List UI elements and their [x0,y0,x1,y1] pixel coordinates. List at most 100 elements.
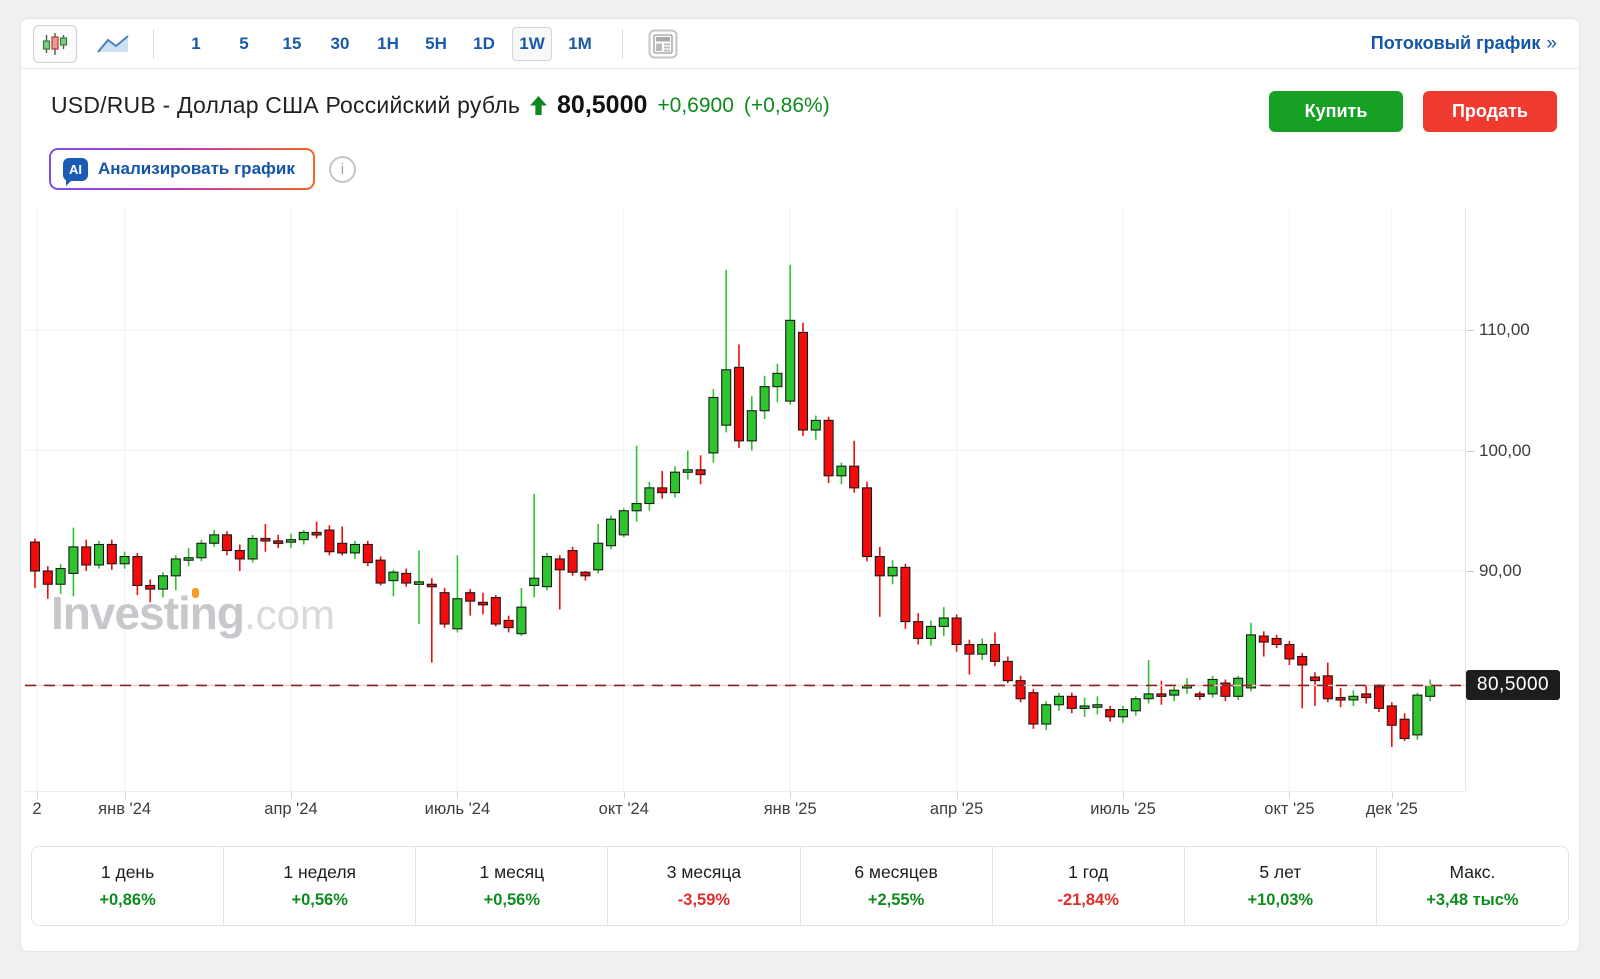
candle[interactable] [1309,672,1321,706]
candle[interactable] [349,540,361,559]
candle[interactable] [1053,692,1065,711]
candle[interactable] [1245,622,1257,692]
candlestick-chart[interactable] [25,208,1465,791]
price-axis[interactable]: 110,00 100,00 90,00 80,5000 [1465,208,1578,791]
candle[interactable] [1130,696,1141,716]
candle[interactable] [221,531,233,556]
candle[interactable] [1322,662,1333,703]
candle[interactable] [209,530,220,547]
candle[interactable] [388,569,399,597]
candle[interactable] [324,525,335,556]
candle[interactable] [337,526,348,556]
candle[interactable] [439,587,450,628]
news-panel-button[interactable] [641,25,685,63]
candle[interactable] [465,589,476,616]
candle[interactable] [977,638,988,661]
candle[interactable] [695,455,706,485]
candle[interactable] [849,440,860,493]
candle[interactable] [529,493,540,598]
candle[interactable] [913,613,924,645]
candle[interactable] [887,560,898,585]
candle[interactable] [362,540,373,567]
candle[interactable] [93,540,105,569]
candle[interactable] [708,389,719,463]
candle[interactable] [260,524,271,552]
candle[interactable] [1079,697,1090,717]
timeframe-1m[interactable]: 1M [560,27,600,61]
ai-analyze-button[interactable]: AI Анализировать график [49,148,315,190]
candle[interactable] [375,556,386,586]
candle[interactable] [1271,634,1282,649]
candle[interactable] [490,595,501,627]
candle[interactable] [644,481,655,511]
candle[interactable] [669,466,681,498]
candle[interactable] [1207,675,1218,698]
candle[interactable] [721,269,732,433]
timeframe-5[interactable]: 5 [224,27,264,61]
candle[interactable] [477,592,489,615]
candle[interactable] [772,363,783,403]
candle[interactable] [861,481,873,562]
candle[interactable] [1412,692,1423,740]
candle[interactable] [81,539,92,571]
candle[interactable] [1015,675,1026,703]
candle[interactable] [196,539,207,562]
time-axis[interactable]: 2 янв '24 апр '24 июль '24 окт '24 янв '25 апр… [25,791,1465,825]
candle[interactable] [1066,692,1077,714]
candle[interactable] [1335,687,1346,708]
candle[interactable] [1105,705,1116,722]
candle[interactable] [132,552,143,596]
candlestick-chart-button[interactable] [33,24,77,63]
candle[interactable] [119,551,130,569]
candle[interactable] [554,555,565,610]
timeframe-1[interactable]: 1 [176,27,216,61]
candle[interactable] [1425,679,1436,702]
candle[interactable] [785,264,796,405]
buy-button[interactable]: Купить [1269,91,1403,132]
candle[interactable] [1258,631,1269,657]
candle[interactable] [1284,640,1295,665]
candle[interactable] [951,614,962,652]
candle[interactable] [567,546,578,576]
candle[interactable] [1092,696,1103,715]
candle[interactable] [593,524,604,574]
candle[interactable] [285,533,297,549]
candle[interactable] [759,375,770,420]
candle[interactable] [900,563,911,629]
timeframe-30[interactable]: 30 [320,27,360,61]
candle[interactable] [145,579,156,603]
candle[interactable] [29,538,41,588]
candle[interactable] [682,450,693,480]
candle[interactable] [311,521,322,539]
timeframe-15[interactable]: 15 [272,27,312,61]
candle[interactable] [1348,690,1359,706]
candle[interactable] [1169,686,1180,702]
timeframe-1d[interactable]: 1D [464,27,504,61]
timeframe-1h[interactable]: 1H [368,27,408,61]
candle[interactable] [1233,675,1244,700]
candle[interactable] [1373,684,1385,712]
candle[interactable] [580,571,591,581]
candle[interactable] [1386,702,1397,747]
candle[interactable] [452,555,463,633]
candle[interactable] [503,615,514,633]
candle[interactable] [938,607,949,637]
candle[interactable] [618,508,629,538]
candle[interactable] [1220,679,1231,702]
candle[interactable] [1002,656,1013,684]
timeframe-1w[interactable]: 1W [512,26,552,61]
timeframe-5h[interactable]: 5H [416,27,456,61]
candle[interactable] [298,530,309,545]
candle[interactable] [823,416,834,484]
candle[interactable] [797,322,809,437]
candle[interactable] [1156,680,1167,705]
candle[interactable] [183,548,194,567]
streaming-chart-link[interactable]: Потоковый график » [1371,33,1557,55]
candle[interactable] [1143,660,1154,704]
candle[interactable] [516,587,527,637]
candle[interactable] [170,555,181,591]
candle[interactable] [1117,705,1129,723]
candle[interactable] [1041,701,1052,731]
candle[interactable] [746,396,757,451]
candle[interactable] [964,639,975,675]
